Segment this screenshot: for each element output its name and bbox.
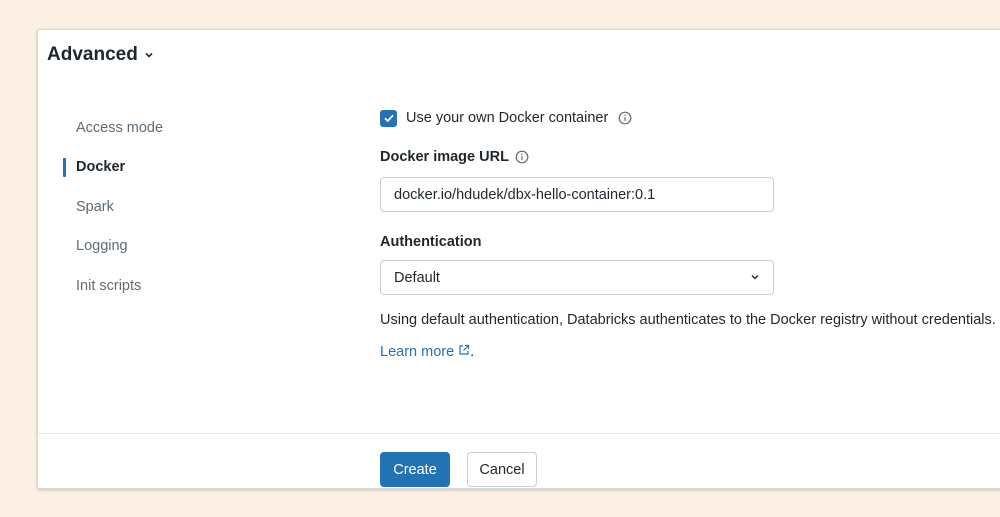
chevron-down-icon: [144, 44, 154, 66]
learn-more-row: Learn more .: [380, 344, 1000, 360]
external-link-icon: [458, 344, 470, 360]
authentication-help-text: Using default authentication, Databricks…: [380, 312, 996, 328]
nav-item-label: Spark: [76, 198, 114, 215]
nav-item-label: Access mode: [76, 119, 164, 136]
authentication-label-row: Authentication: [380, 232, 1000, 252]
nav-item-spark[interactable]: Spark: [63, 187, 163, 227]
footer-divider: [38, 433, 1000, 434]
docker-image-url-input[interactable]: docker.io/hdudek/dbx-hello-container:0.1: [380, 177, 774, 212]
cancel-button[interactable]: Cancel: [467, 452, 537, 487]
active-indicator: [63, 157, 66, 177]
info-icon[interactable]: [515, 150, 529, 164]
nav-item-logging[interactable]: Logging: [63, 227, 163, 267]
docker-settings: Use your own Docker container Docker ima…: [380, 107, 1000, 360]
docker-image-url-value: docker.io/hdudek/dbx-hello-container:0.1: [394, 186, 656, 203]
learn-more-label: Learn more: [380, 344, 455, 360]
create-button[interactable]: Create: [380, 452, 450, 487]
learn-more-suffix: .: [470, 344, 475, 360]
authentication-selected-value: Default: [394, 269, 440, 286]
nav-item-docker[interactable]: Docker: [63, 148, 163, 188]
nav-item-label: Init scripts: [76, 277, 142, 294]
checkmark-icon: [383, 114, 394, 123]
docker-image-url-label: Docker image URL: [380, 149, 509, 165]
advanced-nav: Access mode Docker Spark Logging Init sc…: [63, 108, 163, 306]
nav-item-label: Logging: [76, 238, 128, 255]
authentication-label: Authentication: [380, 234, 482, 250]
use-own-container-label: Use your own Docker container: [406, 110, 609, 126]
chevron-down-icon: [750, 270, 760, 286]
nav-item-init-scripts[interactable]: Init scripts: [63, 266, 163, 306]
use-own-container-row: Use your own Docker container: [380, 107, 1000, 129]
info-icon[interactable]: [618, 111, 632, 125]
use-own-container-checkbox[interactable]: [380, 109, 397, 127]
nav-item-access-mode[interactable]: Access mode: [63, 108, 163, 148]
section-title: Advanced: [47, 44, 138, 65]
advanced-section-toggle[interactable]: Advanced: [47, 44, 154, 66]
nav-item-label: Docker: [76, 159, 126, 176]
authentication-select[interactable]: Default: [380, 260, 774, 295]
learn-more-link[interactable]: Learn more: [380, 344, 470, 360]
advanced-panel: Advanced Access mode Docker Spark Loggin…: [37, 29, 1000, 489]
docker-image-url-label-row: Docker image URL: [380, 147, 1000, 167]
